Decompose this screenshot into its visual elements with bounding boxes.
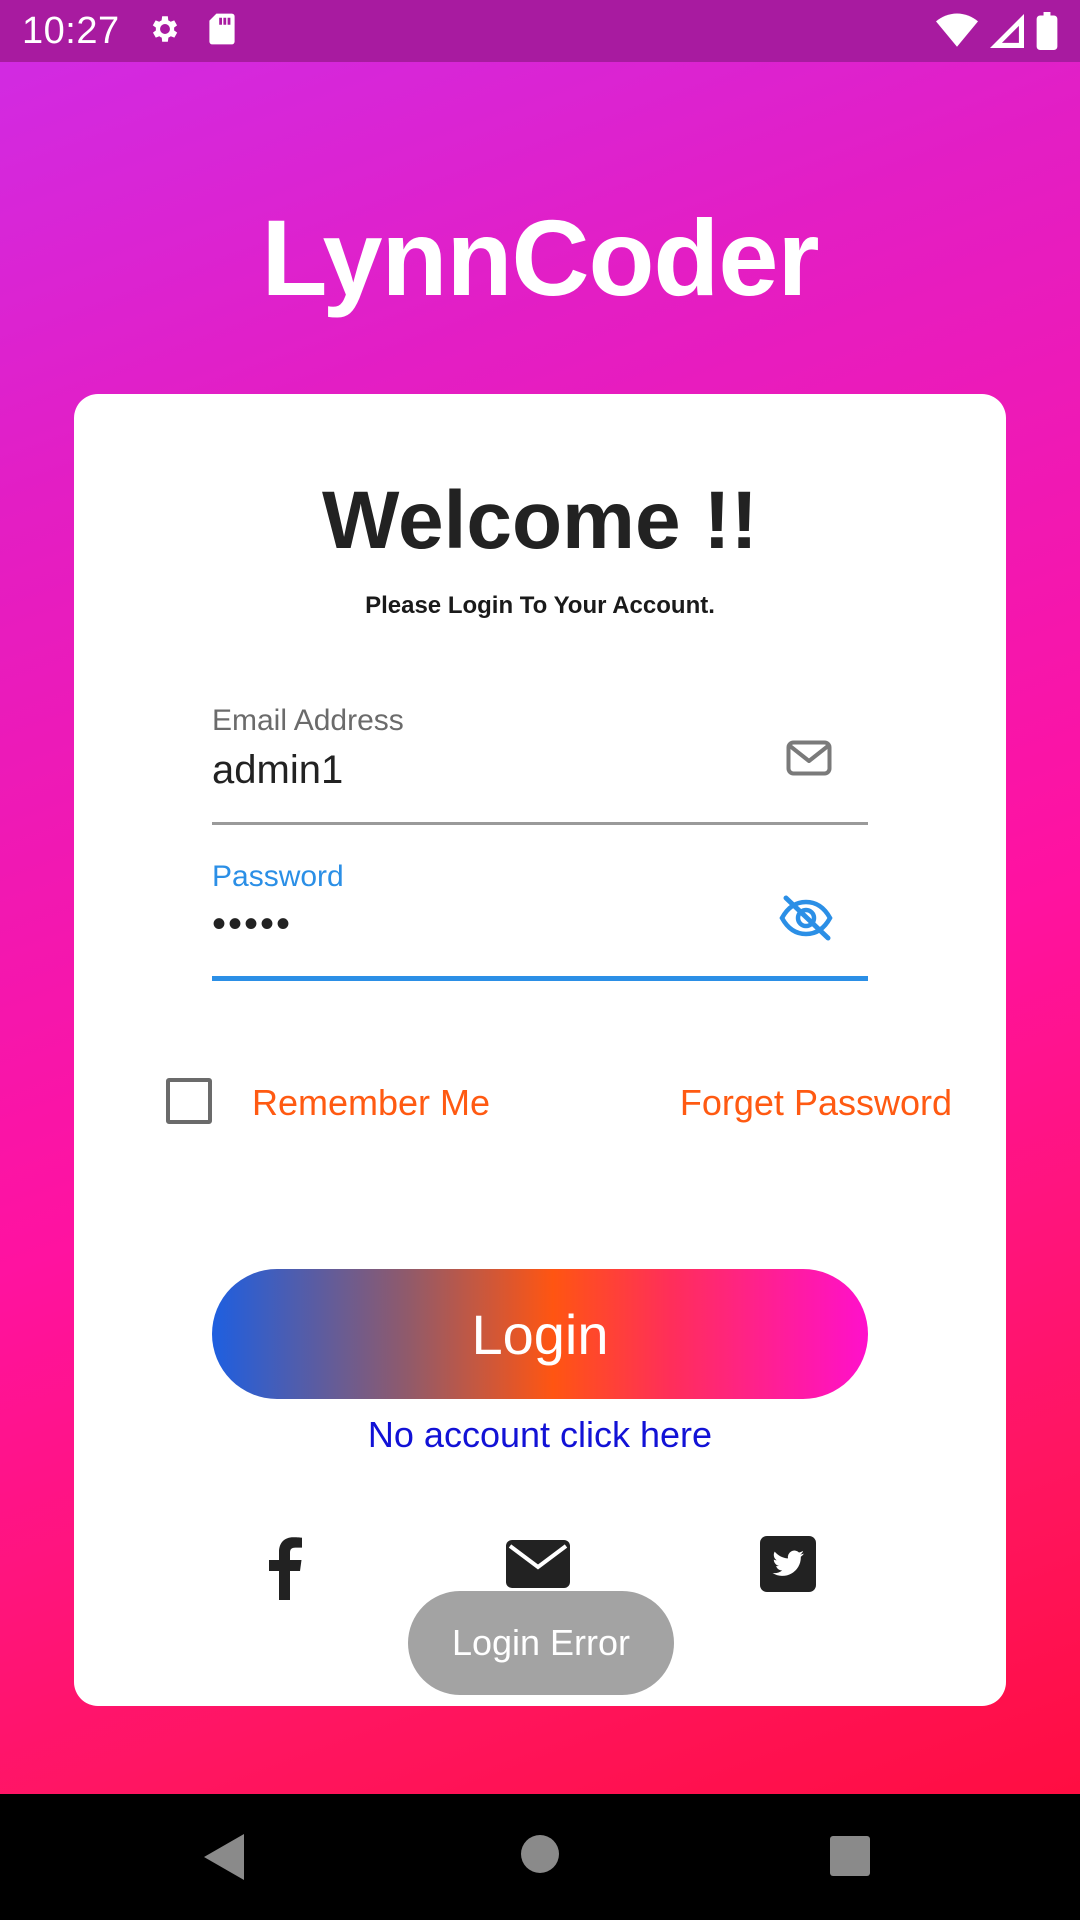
status-right-icons bbox=[936, 12, 1058, 55]
login-button-label: Login bbox=[471, 1302, 609, 1366]
forget-password-link[interactable]: Forget Password bbox=[680, 1082, 952, 1124]
remember-me-label[interactable]: Remember Me bbox=[252, 1082, 490, 1124]
sd-card-icon bbox=[208, 12, 236, 51]
error-toast: Login Error bbox=[408, 1591, 674, 1695]
status-time: 10:27 bbox=[22, 9, 120, 52]
settings-icon bbox=[148, 12, 182, 51]
envelope-outline-icon bbox=[786, 740, 832, 781]
status-left-icons bbox=[148, 12, 236, 51]
battery-icon bbox=[1036, 12, 1058, 55]
welcome-heading: Welcome !! bbox=[322, 475, 758, 566]
twitter-icon[interactable] bbox=[760, 1536, 816, 1597]
envelope-icon[interactable] bbox=[506, 1540, 570, 1593]
login-card: Welcome !! Please Login To Your Account.… bbox=[74, 394, 1006, 1706]
welcome-subtitle: Please Login To Your Account. bbox=[365, 592, 715, 619]
status-bar: 10:27 bbox=[0, 0, 1080, 62]
password-field[interactable]: Password ••••• bbox=[212, 860, 868, 982]
login-button[interactable]: Login bbox=[212, 1269, 868, 1399]
password-label: Password bbox=[212, 860, 344, 893]
email-label: Email Address bbox=[212, 704, 404, 737]
password-underline bbox=[212, 976, 868, 981]
facebook-icon[interactable] bbox=[264, 1534, 304, 1605]
register-link[interactable]: No account click here bbox=[74, 1414, 1006, 1456]
email-underline bbox=[212, 822, 868, 825]
app-title: LynnCoder bbox=[261, 197, 820, 318]
navigation-bar bbox=[0, 1794, 1080, 1920]
password-input[interactable]: ••••• bbox=[212, 902, 868, 947]
remember-me-checkbox[interactable] bbox=[166, 1078, 212, 1124]
email-input[interactable]: admin1 bbox=[212, 748, 868, 793]
signal-icon bbox=[990, 13, 1024, 54]
wifi-icon bbox=[936, 13, 978, 54]
home-icon[interactable] bbox=[520, 1834, 560, 1879]
email-field[interactable]: Email Address admin1 bbox=[212, 704, 868, 826]
recents-icon[interactable] bbox=[830, 1836, 870, 1881]
back-icon[interactable] bbox=[204, 1834, 244, 1885]
eye-slash-icon[interactable] bbox=[778, 894, 834, 947]
toast-message: Login Error bbox=[451, 1622, 631, 1663]
